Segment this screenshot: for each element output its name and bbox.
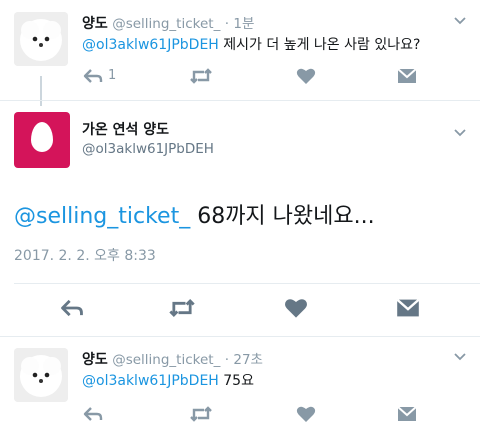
reply-icon <box>61 299 83 317</box>
display-name[interactable]: 양도 <box>82 352 108 368</box>
message-button[interactable] <box>397 405 417 427</box>
message-button[interactable] <box>396 297 420 323</box>
retweet-icon <box>190 68 212 84</box>
user-handle[interactable]: @selling_ticket_ <box>112 16 220 32</box>
thread-line <box>40 76 42 106</box>
tweet-text-2: @selling_ticket_ 68까지 나왔네요... <box>14 198 375 230</box>
tweet-timestamp[interactable]: 2017. 2. 2. 오후 8:33 <box>14 245 156 265</box>
tweet-text-3: @ol3aklw61JPbDEH 75요 <box>82 370 254 390</box>
retweet-button[interactable] <box>189 405 213 427</box>
envelope-icon <box>397 68 417 83</box>
reply-icon <box>83 69 103 83</box>
heart-icon <box>285 299 307 318</box>
heart-icon <box>296 406 316 422</box>
reply-button[interactable] <box>59 297 85 323</box>
display-name[interactable]: 가온 연석 양도 <box>82 119 169 139</box>
retweet-icon <box>169 299 195 317</box>
chevron-down-icon[interactable] <box>453 350 467 364</box>
like-button[interactable] <box>296 67 316 89</box>
tweet-time[interactable]: · 1분 <box>225 16 255 32</box>
mention-link[interactable]: @ol3aklw61JPbDEH <box>82 373 219 389</box>
like-button[interactable] <box>296 405 316 427</box>
tweet-header-3: 양도 @selling_ticket_ · 27초 <box>82 348 263 369</box>
divider <box>0 100 480 101</box>
avatar-egg[interactable] <box>14 112 70 168</box>
retweet-icon <box>190 406 212 422</box>
avatar-dog-3[interactable] <box>14 348 68 402</box>
tweet-header-1: 양도 @selling_ticket_ · 1분 <box>82 12 254 33</box>
chevron-down-icon[interactable] <box>453 14 467 28</box>
reply-button[interactable] <box>82 405 104 427</box>
mention-link[interactable]: @selling_ticket_ <box>14 204 190 229</box>
reply-button[interactable] <box>82 67 104 89</box>
envelope-icon <box>397 406 417 421</box>
heart-icon <box>296 68 316 84</box>
avatar-dog-1[interactable] <box>14 12 68 66</box>
user-handle[interactable]: @ol3aklw61JPbDEH <box>82 141 214 157</box>
display-name[interactable]: 양도 <box>82 16 108 32</box>
retweet-button[interactable] <box>189 67 213 89</box>
chevron-down-icon[interactable] <box>453 126 467 140</box>
mention-link[interactable]: @ol3aklw61JPbDEH <box>82 37 219 53</box>
reply-icon <box>83 407 103 421</box>
tweet-time[interactable]: · 27초 <box>225 352 263 368</box>
retweet-button[interactable] <box>168 297 196 323</box>
tweet-text-1: @ol3aklw61JPbDEH 제시가 더 높게 나온 사람 있나요? <box>82 34 420 54</box>
egg-icon <box>31 122 53 152</box>
like-button[interactable] <box>284 297 308 323</box>
envelope-icon <box>396 298 420 317</box>
tweet-body: 제시가 더 높게 나온 사람 있나요? <box>218 37 421 53</box>
reply-count: 1 <box>108 68 117 83</box>
divider <box>0 336 480 337</box>
tweet-body: 75요 <box>218 373 254 389</box>
tweet-body: 68까지 나왔네요... <box>190 204 375 229</box>
message-button[interactable] <box>397 67 417 89</box>
user-handle[interactable]: @selling_ticket_ <box>112 352 220 368</box>
divider <box>14 283 480 284</box>
